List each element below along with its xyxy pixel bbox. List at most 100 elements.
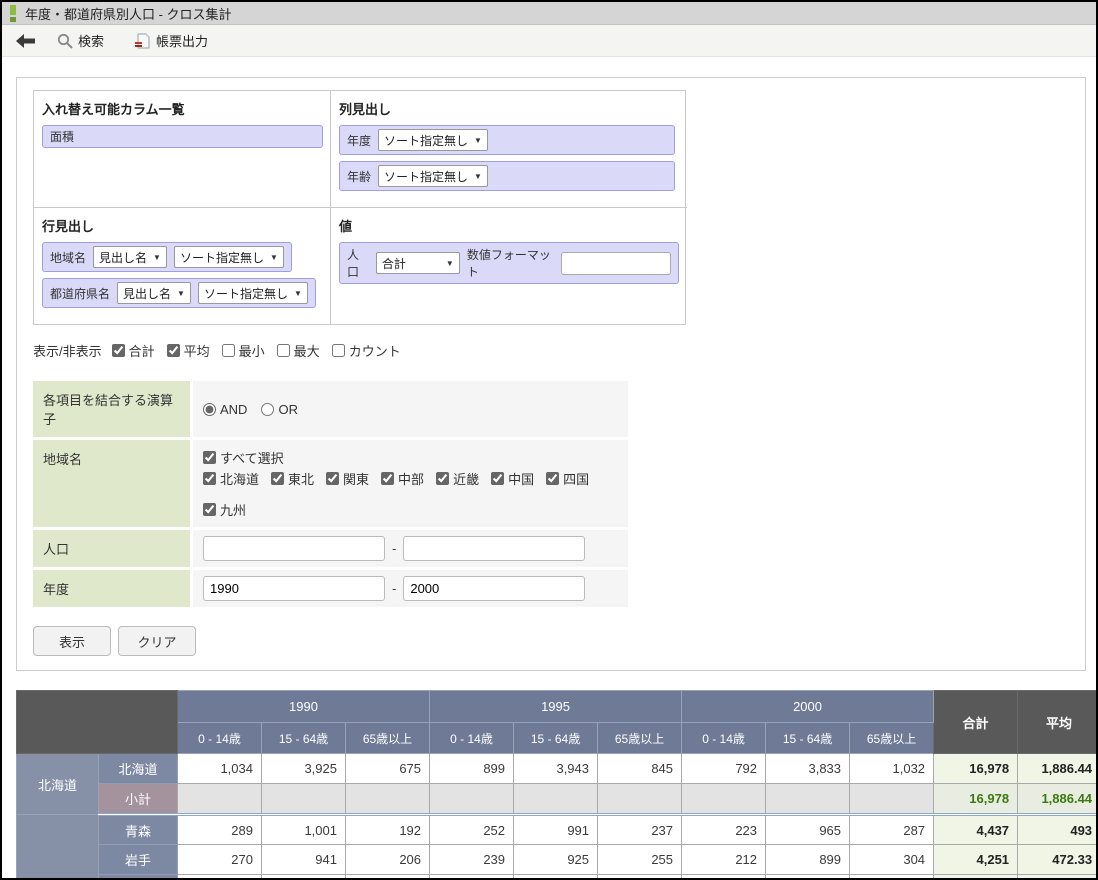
swappable-columns-section: 入れ替え可能カラム一覧 面積	[34, 91, 331, 207]
visibility-checkbox-最小[interactable]: 最小	[222, 341, 265, 360]
row-total-cell: 4,251	[934, 845, 1018, 875]
action-buttons: 表示 クリア	[33, 626, 1069, 656]
swappable-column-item[interactable]: 面積	[42, 125, 323, 148]
visibility-checkbox-最大[interactable]: 最大	[277, 341, 320, 360]
age-group-header: 65歳以上	[850, 723, 934, 754]
chevron-down-icon: ▼	[153, 253, 161, 262]
operator-radio-OR[interactable]: OR	[261, 402, 298, 417]
report-document-icon	[134, 33, 151, 49]
subtotal-label-cell: 小計	[99, 784, 178, 815]
row-average-cell: 472.33	[1018, 845, 1098, 875]
title-bar: 年度・都道府県別人口 - クロス集計	[2, 2, 1096, 25]
value-cell: 192	[346, 815, 430, 845]
search-button[interactable]: 検索	[53, 28, 108, 53]
column-header-field-age[interactable]: 年齢 ソート指定無し▼	[339, 161, 675, 191]
swappable-columns-title: 入れ替え可能カラム一覧	[42, 99, 322, 118]
heading-name-select[interactable]: 見出し名▼	[93, 246, 167, 268]
age-group-header: 0 - 14歳	[430, 723, 514, 754]
subtotal-empty-cell	[262, 784, 346, 815]
operator-radio-AND[interactable]: AND	[203, 402, 247, 417]
age-group-header: 65歳以上	[346, 723, 430, 754]
report-output-button[interactable]: 帳票出力	[130, 28, 212, 53]
value-field-population[interactable]: 人口 合計▼ 数値フォーマット	[339, 242, 679, 284]
back-button[interactable]	[16, 34, 35, 48]
value-section: 値 人口 合計▼ 数値フォーマット	[331, 207, 687, 324]
prefecture-cell: 宮城	[99, 875, 178, 880]
prefecture-cell: 岩手	[99, 845, 178, 875]
year-to-input[interactable]	[403, 576, 585, 601]
visibility-checkbox-合計[interactable]: 合計	[112, 341, 155, 360]
visibility-checkbox-平均[interactable]: 平均	[167, 341, 210, 360]
value-cell: 3,833	[766, 754, 850, 784]
value-cell: 792	[682, 754, 766, 784]
value-cell: 338	[598, 875, 682, 880]
filter-row-year: 年度 -	[33, 570, 628, 607]
value-cell: 287	[850, 815, 934, 845]
value-cell: 289	[178, 815, 262, 845]
number-format-input[interactable]	[561, 252, 671, 275]
year-from-input[interactable]	[203, 576, 385, 601]
filter-label-region: 地域名	[33, 440, 193, 527]
subtotal-row: 小計16,9781,886.44	[17, 784, 1098, 815]
select-all-checkbox[interactable]: すべて選択	[203, 448, 284, 467]
region-checkbox-北海道[interactable]: 北海道	[203, 469, 259, 488]
value-cell: 255	[598, 845, 682, 875]
sort-order-select[interactable]: ソート指定無し▼	[378, 129, 488, 151]
subtotal-empty-cell	[346, 784, 430, 815]
age-group-header: 0 - 14歳	[682, 723, 766, 754]
value-cell: 991	[514, 815, 598, 845]
value-cell: 252	[430, 815, 514, 845]
field-label: 都道府県名	[50, 285, 110, 302]
value-cell: 1,001	[262, 815, 346, 845]
subtotal-average-cell: 1,886.44	[1018, 784, 1098, 815]
clear-button[interactable]: クリア	[118, 626, 196, 656]
aggregation-select[interactable]: 合計▼	[376, 252, 460, 274]
window-title: 年度・都道府県別人口 - クロス集計	[25, 4, 232, 23]
subtotal-empty-cell	[682, 784, 766, 815]
subtotal-empty-cell	[514, 784, 598, 815]
value-cell: 270	[178, 845, 262, 875]
visibility-checkbox-カウント[interactable]: カウント	[332, 341, 401, 360]
search-icon	[57, 33, 73, 49]
population-from-input[interactable]	[203, 536, 385, 561]
prefecture-cell: 北海道	[99, 754, 178, 784]
chevron-down-icon: ▼	[177, 289, 185, 298]
show-button[interactable]: 表示	[33, 626, 111, 656]
region-checkbox-東北[interactable]: 東北	[271, 469, 314, 488]
heading-name-select[interactable]: 見出し名▼	[117, 282, 191, 304]
filter-row-operator: 各項目を結合する演算子 ANDOR	[33, 381, 628, 437]
subtotal-empty-cell	[430, 784, 514, 815]
search-label: 検索	[78, 31, 104, 50]
value-cell: 3,925	[262, 754, 346, 784]
chevron-down-icon: ▼	[294, 289, 302, 298]
sort-order-select[interactable]: ソート指定無し▼	[198, 282, 308, 304]
column-header-field-year[interactable]: 年度 ソート指定無し▼	[339, 125, 675, 155]
visibility-label: 表示/非表示	[33, 341, 102, 360]
region-checkbox-中部[interactable]: 中部	[381, 469, 424, 488]
region-checkbox-四国[interactable]: 四国	[546, 469, 589, 488]
range-dash: -	[392, 541, 396, 556]
region-checkbox-近畿[interactable]: 近畿	[436, 469, 479, 488]
region-checkbox-中国[interactable]: 中国	[491, 469, 534, 488]
sort-order-select[interactable]: ソート指定無し▼	[174, 246, 284, 268]
row-total-cell: 16,978	[934, 754, 1018, 784]
row-header-field-region[interactable]: 地域名 見出し名▼ ソート指定無し▼	[42, 242, 292, 272]
back-arrow-icon	[16, 34, 35, 48]
column-headers-title: 列見出し	[339, 99, 679, 118]
filter-conditions-table: 各項目を結合する演算子 ANDOR 地域名 すべて選択 北海道東北関東中部近畿中…	[33, 378, 628, 610]
age-group-header: 0 - 14歳	[178, 723, 262, 754]
table-row: 岩手2709412062399252552128993044,251472.33	[17, 845, 1098, 875]
report-output-label: 帳票出力	[156, 31, 208, 50]
subtotal-empty-cell	[850, 784, 934, 815]
region-checkbox-関東[interactable]: 関東	[326, 469, 369, 488]
region-checkbox-九州[interactable]: 九州	[203, 500, 246, 519]
row-header-field-prefecture[interactable]: 都道府県名 見出し名▼ ソート指定無し▼	[42, 278, 316, 308]
crosstab-table-container: 199019952000合計平均0 - 14歳15 - 64歳65歳以上0 - …	[16, 690, 1096, 880]
value-cell: 675	[346, 754, 430, 784]
sort-order-select[interactable]: ソート指定無し▼	[378, 165, 488, 187]
field-label: 地域名	[50, 249, 86, 266]
table-row: 北海道北海道1,0343,9256758993,9438457923,8331,…	[17, 754, 1098, 784]
population-to-input[interactable]	[403, 536, 585, 561]
visibility-row: 表示/非表示 合計平均最小最大カウント	[33, 341, 1069, 360]
toolbar: 検索 帳票出力	[2, 25, 1096, 57]
